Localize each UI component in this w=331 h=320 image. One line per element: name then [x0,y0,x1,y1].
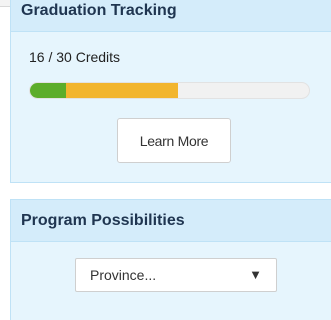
credits-progress-bar [29,82,310,99]
chevron-down-icon: ▼ [249,267,262,282]
credits-count: 16 / 30 Credits [29,49,121,65]
progress-completed-segment [30,83,67,98]
graduation-tracking-title: Graduation Tracking [21,2,177,19]
program-possibilities-header: Program Possibilities [11,200,331,242]
program-possibilities-panel: Program Possibilities Province... ▼ [10,199,331,320]
graduation-tracking-header: Graduation Tracking [11,0,331,32]
province-select[interactable]: Province... ▼ [75,258,277,292]
learn-more-button[interactable]: Learn More [117,118,231,163]
progress-in-progress-segment [66,83,178,98]
province-select-value: Province... [90,267,157,283]
program-possibilities-title: Program Possibilities [21,212,185,229]
graduation-tracking-panel: Graduation Tracking 16 / 30 Credits Lear… [10,0,331,183]
